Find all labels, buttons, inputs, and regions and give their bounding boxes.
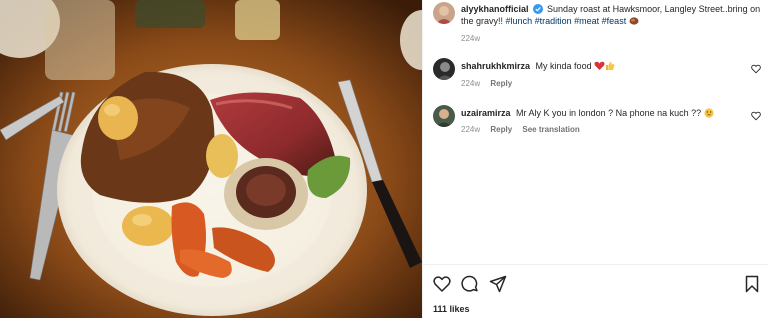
comment-1-reply-button[interactable]: Reply — [490, 79, 512, 88]
comment-2-meta: 224w Reply See translation — [461, 125, 588, 135]
author-avatar[interactable] — [433, 2, 455, 24]
comment-icon[interactable] — [461, 275, 479, 293]
post-photo — [0, 0, 422, 318]
commenter-avatar[interactable] — [433, 105, 455, 127]
comment-1-like-icon[interactable] — [751, 64, 761, 74]
comment-1-text: My kinda food — [535, 61, 592, 71]
see-translation-button[interactable]: See translation — [522, 125, 579, 134]
comment-2-text: Mr Aly K you in london ? Na phone na kuc… — [516, 108, 702, 118]
post-caption: alyykhanofficial Sunday roast at Hawksmo… — [461, 3, 761, 29]
likes-count[interactable]: 111 likes — [433, 304, 470, 314]
caption-meta: 224w — [461, 34, 488, 44]
bookmark-icon[interactable] — [743, 275, 761, 293]
comment-1-time: 224w — [461, 79, 481, 88]
meat-emoji-icon — [629, 16, 639, 29]
commenter-avatar[interactable] — [433, 58, 455, 80]
caption-time: 224w — [461, 34, 481, 43]
author-username[interactable]: alyykhanofficial — [461, 4, 529, 14]
heart-face-emoji-icon — [594, 61, 605, 74]
actions-divider — [423, 264, 768, 265]
hashtag-meat[interactable]: #meat — [574, 16, 599, 26]
comment-2-username[interactable]: uzairamirza — [461, 108, 511, 118]
hashtag-feast[interactable]: #feast — [602, 16, 627, 26]
comment-1-username[interactable]: shahrukhkmirza — [461, 61, 530, 71]
comment-2: uzairamirza Mr Aly K you in london ? Na … — [461, 107, 751, 121]
comment-1: shahrukhkmirza My kinda food — [461, 60, 751, 74]
comment-1-meta: 224w Reply — [461, 79, 520, 89]
heart-icon[interactable] — [433, 275, 451, 293]
thumbs-up-emoji-icon — [605, 61, 615, 74]
share-icon[interactable] — [489, 275, 507, 293]
comment-2-reply-button[interactable]: Reply — [490, 125, 512, 134]
hashtag-lunch[interactable]: #lunch — [506, 16, 533, 26]
hashtag-tradition[interactable]: #tradition — [535, 16, 572, 26]
comment-2-time: 224w — [461, 125, 481, 134]
thinking-emoji-icon — [704, 108, 714, 121]
post-panel: alyykhanofficial Sunday roast at Hawksmo… — [422, 0, 768, 318]
verified-badge-icon — [532, 4, 543, 14]
comment-2-like-icon[interactable] — [751, 111, 761, 121]
